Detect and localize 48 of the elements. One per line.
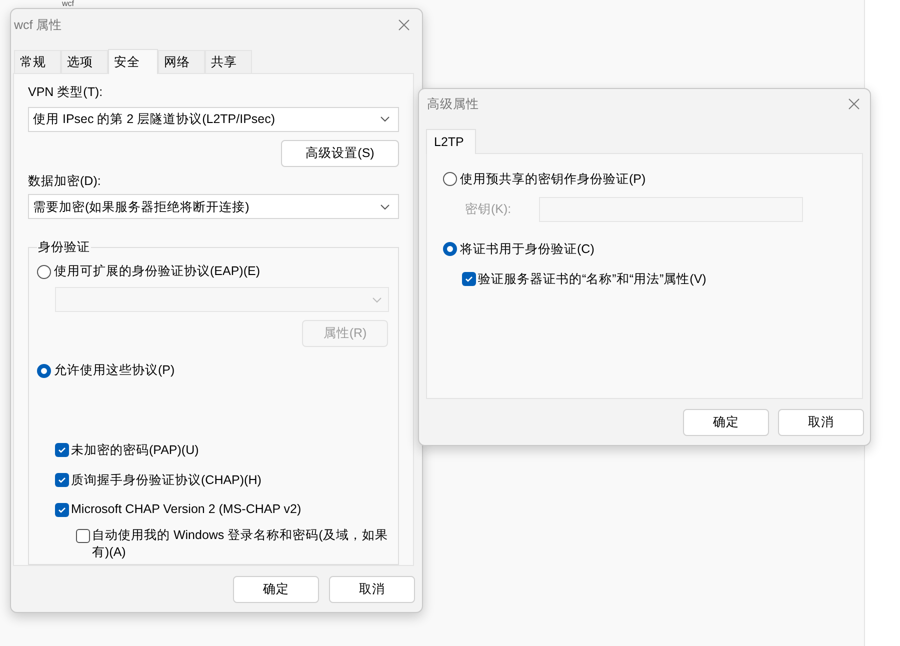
checkbox-label: 验证服务器证书的“名称”和“用法”属性(V) <box>478 270 706 288</box>
checkbox[interactable] <box>462 272 476 286</box>
checkmark-icon <box>57 504 67 515</box>
radio-label: 使用可扩展的身份验证协议(EAP)(E) <box>54 263 260 280</box>
checkmark-icon <box>464 274 474 284</box>
checkbox-label: 未加密的密码(PAP)(U) <box>71 442 199 459</box>
radio-button[interactable] <box>443 172 457 186</box>
checkbox[interactable] <box>55 443 69 458</box>
chevron-down-icon <box>380 204 390 210</box>
dropdown[interactable]: 需要加密(如果服务器拒绝将断开连接) <box>28 194 399 220</box>
window-title: 高级属性 <box>427 96 479 113</box>
checkmark-icon <box>57 445 67 456</box>
tab[interactable]: 共享 <box>205 50 252 73</box>
tab[interactable]: 选项 <box>61 50 108 73</box>
field-label: 数据加密(D): <box>28 172 102 190</box>
dropdown[interactable]: 使用 IPsec 的第 2 层隧道协议(L2TP/IPsec) <box>28 106 399 132</box>
checkbox-label: Microsoft CHAP Version 2 (MS-CHAP v2) <box>71 501 302 518</box>
close-icon <box>848 98 860 110</box>
advanced-settings-button[interactable]: 高级设置(S) <box>281 140 399 167</box>
close-icon <box>398 19 410 31</box>
tab[interactable]: L2TP <box>426 129 476 154</box>
chevron-down-icon <box>380 116 390 122</box>
window-title: wcf 属性 <box>14 16 62 34</box>
close-button[interactable] <box>846 96 862 112</box>
tab[interactable]: 网络 <box>158 50 205 73</box>
checkbox-label: 自动使用我的 Windows 登录名称和密码(及域，如果有)(A) <box>92 527 389 562</box>
close-button[interactable] <box>396 17 412 33</box>
field-label: 密钥(K): <box>465 200 512 218</box>
radio-label: 允许使用这些协议(P) <box>54 362 175 380</box>
chevron-down-icon <box>372 296 382 303</box>
checkbox[interactable] <box>76 529 90 544</box>
dialog-button[interactable]: 确定 <box>683 409 769 436</box>
checkbox[interactable] <box>55 502 69 517</box>
radio-label: 使用预共享的密钥作身份验证(P) <box>460 171 646 188</box>
background-text: wcf <box>62 0 74 8</box>
radio-label: 将证书用于身份验证(C) <box>460 240 594 258</box>
radio-button[interactable] <box>37 364 51 378</box>
dialog-button[interactable]: 确定 <box>233 576 319 603</box>
dialog-button[interactable]: 取消 <box>329 576 415 603</box>
checkmark-icon <box>57 475 67 486</box>
tab[interactable]: 安全 <box>108 49 158 74</box>
radio-button[interactable] <box>443 242 457 256</box>
checkbox-label: 质询握手身份验证协议(CHAP)(H) <box>71 472 262 489</box>
radio-button[interactable] <box>37 264 51 279</box>
tab[interactable]: 常规 <box>14 50 61 73</box>
dialog-button[interactable]: 取消 <box>778 409 864 436</box>
field-label: VPN 类型(T): <box>28 84 104 101</box>
checkbox[interactable] <box>55 473 69 488</box>
